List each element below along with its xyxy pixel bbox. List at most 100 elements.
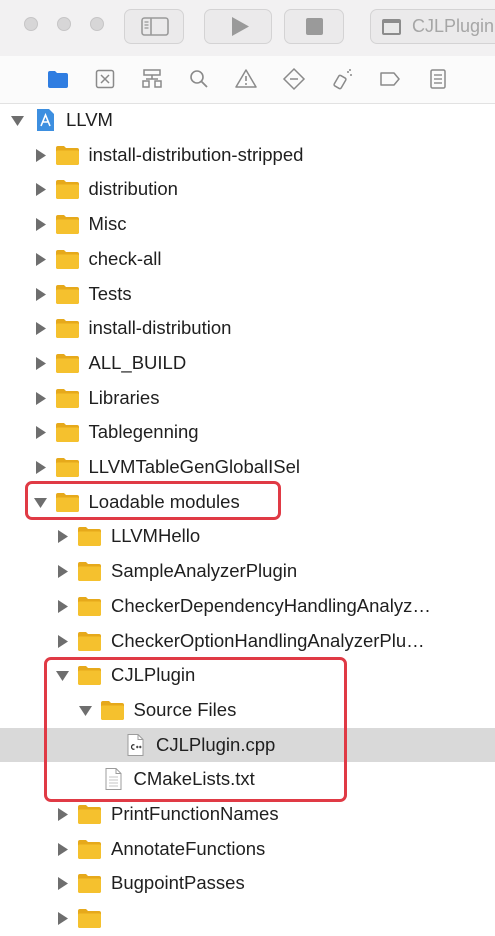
- folder-icon: [55, 388, 79, 408]
- disclosure-open-icon[interactable]: [11, 114, 24, 127]
- tree-item-label: LLVMHello: [111, 525, 201, 547]
- folder-icon: [55, 319, 79, 339]
- stop-button[interactable]: [284, 9, 344, 44]
- warning-icon[interactable]: [234, 67, 258, 91]
- close-window-button[interactable]: [24, 17, 38, 31]
- tree-item-label: LLVMTableGenGlobalISel: [88, 456, 301, 477]
- tree-item-label: AnnotateFunctions: [111, 837, 266, 859]
- disclosure-closed-icon[interactable]: [34, 461, 47, 474]
- disclosure-closed-icon[interactable]: [34, 426, 47, 440]
- disclosure-closed-icon[interactable]: [56, 565, 69, 579]
- folder-icon: [55, 353, 79, 373]
- tree-row-install-distribution-stripped[interactable]: install-distribution-stripped: [0, 138, 495, 173]
- report-icon[interactable]: [426, 67, 450, 91]
- tree-item-label: SampleAnalyzerPlugin: [111, 560, 298, 582]
- tree-item-label: CheckerDependencyHandlingAnalyz…: [111, 594, 431, 616]
- stop-icon: [306, 18, 323, 35]
- hierarchy-icon[interactable]: [140, 67, 164, 91]
- tree-row-tests[interactable]: Tests: [0, 277, 495, 312]
- folder-icon: [78, 805, 101, 824]
- run-button[interactable]: [204, 9, 272, 44]
- tree-item-label: ALL_BUILD: [88, 351, 187, 373]
- tree-item-label: install-distribution-stripped: [88, 143, 304, 165]
- tree-item-label: PrintFunctionNames: [111, 803, 279, 824]
- scheme-selector[interactable]: CJLPlugin: [370, 9, 495, 44]
- disclosure-closed-icon[interactable]: [56, 530, 69, 544]
- cjlplugin-highlight-box: [44, 657, 347, 802]
- tree-row-sampleanalyzerplugin[interactable]: SampleAnalyzerPlugin: [0, 554, 495, 589]
- window-toolbar: CJLPlugin: [0, 0, 495, 57]
- tree-row-annotatefunctions[interactable]: AnnotateFunctions: [0, 832, 495, 867]
- folder-icon: [55, 215, 79, 235]
- tree-item-label: Libraries: [88, 386, 160, 408]
- tree-row-bugpointpasses[interactable]: BugpointPasses: [0, 866, 495, 901]
- disclosure-closed-icon[interactable]: [56, 599, 69, 613]
- tree-row-distribution[interactable]: distribution: [0, 172, 495, 207]
- folder-icon: [78, 839, 101, 859]
- tree-item-label: CheckerOptionHandlingAnalyzerPlu…: [111, 629, 425, 651]
- disclosure-closed-icon[interactable]: [34, 322, 47, 336]
- tree-row-misc[interactable]: Misc: [0, 207, 495, 242]
- folder-icon: [78, 874, 101, 894]
- disclosure-closed-icon[interactable]: [34, 148, 47, 162]
- tree-item-label: Tablegenning: [88, 421, 199, 443]
- folder-icon[interactable]: [46, 67, 70, 91]
- toggle-navigator-button[interactable]: [124, 9, 184, 44]
- folder-icon: [55, 249, 79, 269]
- tree-item-label: LLVM: [66, 109, 113, 130]
- scheme-label: CJLPlugin: [412, 16, 495, 36]
- test-diamond-icon[interactable]: [282, 67, 306, 91]
- folder-icon: [78, 631, 101, 651]
- disclosure-closed-icon[interactable]: [56, 912, 69, 926]
- disclosure-closed-icon[interactable]: [34, 218, 47, 232]
- tree-row-llvmtablegenglobalisel[interactable]: LLVMTableGenGlobalISel: [0, 450, 495, 485]
- tree-row-install-distribution[interactable]: install-distribution: [0, 311, 495, 346]
- tree-row-libraries[interactable]: Libraries: [0, 381, 495, 416]
- search-icon[interactable]: [187, 67, 211, 91]
- disclosure-closed-icon[interactable]: [56, 877, 69, 891]
- tree-row-check-all[interactable]: check-all: [0, 242, 495, 277]
- folder-icon: [55, 145, 79, 165]
- disclosure-closed-icon[interactable]: [34, 183, 47, 197]
- folder-icon: [55, 284, 79, 304]
- folder-icon: [55, 180, 79, 200]
- disclosure-closed-icon[interactable]: [56, 842, 69, 856]
- tree-item-label: Misc: [88, 213, 127, 235]
- tree-item-label: distribution: [88, 178, 178, 200]
- tree-row-llvmhello[interactable]: LLVMHello: [0, 519, 495, 554]
- tree-item-label: check-all: [88, 247, 162, 269]
- tree-item-label: Tests: [88, 282, 132, 304]
- play-icon: [232, 17, 249, 36]
- navigator-selector-bar: [0, 56, 495, 104]
- loadable-modules-highlight-box: [25, 481, 281, 520]
- debug-spray-icon[interactable]: [330, 67, 354, 91]
- disclosure-closed-icon[interactable]: [34, 391, 47, 405]
- tree-item-label: BugpointPasses: [111, 872, 245, 894]
- tree-item-label: install-distribution: [88, 317, 232, 339]
- folder-icon: [55, 458, 79, 477]
- disclosure-closed-icon[interactable]: [56, 808, 69, 821]
- breakpoint-icon[interactable]: [378, 67, 402, 91]
- tree-row-llvm[interactable]: LLVM: [0, 103, 495, 138]
- folder-icon: [55, 423, 79, 443]
- minimize-window-button[interactable]: [57, 17, 71, 31]
- tree-row-checkerdependencyhandlinganalyz[interactable]: CheckerDependencyHandlingAnalyz…: [0, 589, 495, 624]
- disclosure-closed-icon[interactable]: [34, 287, 47, 301]
- sidebar-icon: [141, 17, 169, 36]
- disclosure-closed-icon[interactable]: [34, 356, 47, 370]
- tree-row-tablegenning[interactable]: Tablegenning: [0, 415, 495, 450]
- disclosure-closed-icon[interactable]: [34, 252, 47, 266]
- disclosure-closed-icon[interactable]: [56, 634, 69, 648]
- scheme-target-icon: [382, 18, 401, 35]
- folder-icon: [78, 596, 101, 616]
- xcode-project-icon: [37, 109, 54, 131]
- folder-icon: [78, 909, 101, 929]
- zoom-window-button[interactable]: [90, 17, 104, 31]
- tree-row-blank[interactable]: [0, 901, 495, 936]
- tree-row-checkeroptionhandlinganalyzerplu[interactable]: CheckerOptionHandlingAnalyzerPlu…: [0, 624, 495, 659]
- folder-icon: [78, 562, 101, 582]
- tree-row-all-build[interactable]: ALL_BUILD: [0, 346, 495, 381]
- tree-row-printfunctionnames[interactable]: PrintFunctionNames: [0, 797, 495, 832]
- folder-icon: [78, 527, 101, 547]
- source-control-icon[interactable]: [93, 67, 117, 91]
